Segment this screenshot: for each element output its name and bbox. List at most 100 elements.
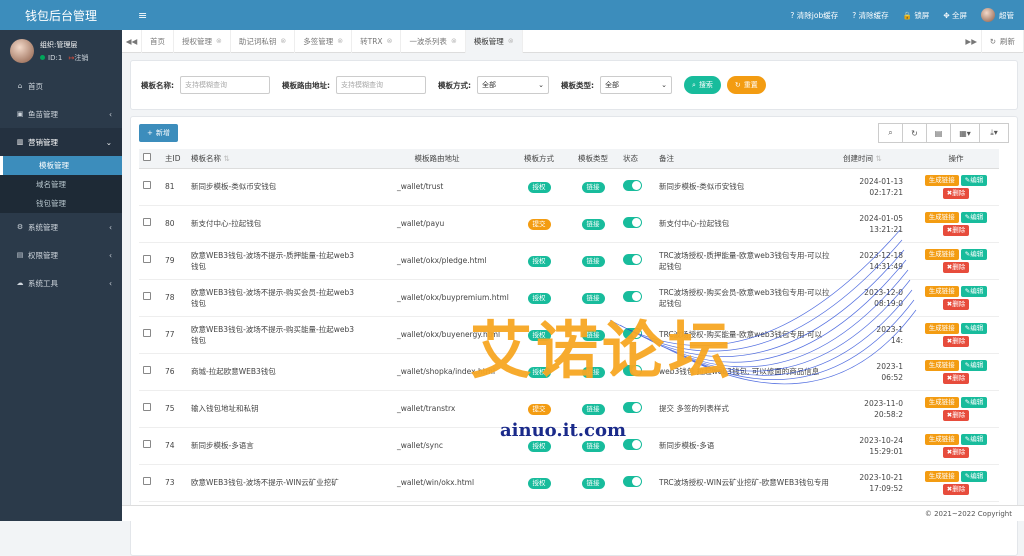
close-icon[interactable]: ⊗ <box>216 37 222 45</box>
tab-multisig[interactable]: 多签管理 ⊗ <box>295 29 353 53</box>
search-button[interactable]: ⌕ 搜索 <box>684 76 721 94</box>
export-icon[interactable]: ⤓▾ <box>979 123 1009 143</box>
generate-link-button[interactable]: 生成链接 <box>924 470 959 482</box>
generate-link-button[interactable]: 生成链接 <box>924 285 959 297</box>
tab-mnemonic[interactable]: 助记词私钥 ⊗ <box>231 29 296 53</box>
logout-link[interactable]: 注销 <box>74 54 88 62</box>
method-select[interactable]: 全部 ⌄ <box>477 76 549 94</box>
row-checkbox[interactable] <box>143 366 151 374</box>
top-bar: ≡ ? 清除job缓存 ? 清除缓存 🔒 锁屏 ✥ 全屏 超管 <box>122 0 1024 30</box>
tab-kill-list[interactable]: 一波杀列表 ⊗ <box>401 29 466 53</box>
generate-link-button[interactable]: 生成链接 <box>924 174 959 186</box>
name-input[interactable]: 支持模糊查询 <box>180 76 270 94</box>
delete-button[interactable]: ✖删除 <box>942 187 970 199</box>
edit-button[interactable]: ✎编辑 <box>960 174 988 186</box>
sidebar-item-system[interactable]: ⚙ 系统管理 ‹ <box>0 213 122 241</box>
add-button[interactable]: + 新增 <box>139 124 178 142</box>
col-name[interactable]: 模板名称 ⇅ <box>187 149 363 169</box>
row-checkbox[interactable] <box>143 292 151 300</box>
delete-button[interactable]: ✖删除 <box>942 298 970 310</box>
delete-button[interactable]: ✖删除 <box>942 446 970 458</box>
sidebar-item-permission[interactable]: ▤ 权限管理 ‹ <box>0 241 122 269</box>
avatar <box>10 39 34 63</box>
row-name: 欧意WEB3钱包-波场不提示-WIN云矿业挖矿 <box>187 464 363 502</box>
sidebar-item-fish[interactable]: ▣ 鱼苗管理 ‹ <box>0 100 122 128</box>
select-all-checkbox[interactable] <box>143 153 151 162</box>
sidebar-item-wallet[interactable]: 钱包管理 <box>0 194 122 213</box>
col-id[interactable]: 主ID <box>161 149 187 169</box>
reset-button[interactable]: ↻ 重置 <box>726 76 766 94</box>
route-input[interactable]: 支持模糊查询 <box>336 76 426 94</box>
toggle-view-icon[interactable]: ▤ <box>926 123 951 143</box>
type-select[interactable]: 全部 ⌄ <box>600 76 672 94</box>
edit-button[interactable]: ✎编辑 <box>960 470 988 482</box>
tab-template[interactable]: 模板管理 ⊗ <box>465 29 523 53</box>
close-icon[interactable]: ⊗ <box>508 37 514 45</box>
search-icon[interactable]: ⌕ <box>878 123 903 143</box>
tab-trx[interactable]: 转TRX ⊗ <box>352 29 402 53</box>
close-icon[interactable]: ⊗ <box>280 37 286 45</box>
tab-scroll-left-icon[interactable]: ◀◀ <box>122 29 142 53</box>
row-checkbox[interactable] <box>143 440 151 448</box>
tab-scroll-right-icon[interactable]: ▶▶ <box>962 29 982 53</box>
row-checkbox[interactable] <box>143 255 151 263</box>
user-menu[interactable]: 超管 <box>981 8 1014 22</box>
sidebar-item-template[interactable]: 模板管理 <box>0 156 122 175</box>
columns-icon[interactable]: ▦▾ <box>950 123 980 143</box>
generate-link-button[interactable]: 生成链接 <box>924 359 959 371</box>
close-icon[interactable]: ⊗ <box>387 37 393 45</box>
row-checkbox[interactable] <box>143 329 151 337</box>
status-toggle[interactable] <box>623 179 642 191</box>
generate-link-button[interactable]: 生成链接 <box>924 322 959 334</box>
row-checkbox[interactable] <box>143 403 151 411</box>
row-date: 2024-01-13 <box>859 176 903 186</box>
tab-home[interactable]: 首页 <box>142 29 174 53</box>
row-checkbox[interactable] <box>143 477 151 485</box>
col-method: 模板方式 <box>511 149 567 169</box>
delete-button[interactable]: ✖删除 <box>942 224 970 236</box>
close-icon[interactable]: ⊗ <box>337 37 343 45</box>
delete-button[interactable]: ✖删除 <box>942 261 970 273</box>
generate-link-button[interactable]: 生成链接 <box>924 211 959 223</box>
watermark-url: ainuo.it.com <box>500 420 627 441</box>
method-badge: 授权 <box>527 477 551 489</box>
edit-button[interactable]: ✎编辑 <box>960 248 988 260</box>
refresh-button[interactable]: ↻ 刷新 <box>982 29 1024 53</box>
generate-link-button[interactable]: 生成链接 <box>924 396 959 408</box>
row-checkbox[interactable] <box>143 181 151 189</box>
edit-button[interactable]: ✎编辑 <box>960 359 988 371</box>
status-toggle[interactable] <box>623 475 642 487</box>
delete-button[interactable]: ✖删除 <box>942 483 970 495</box>
tab-auth[interactable]: 授权管理 ⊗ <box>174 29 231 53</box>
clear-job-cache-button[interactable]: ? 清除job缓存 <box>790 10 838 21</box>
sidebar-item-home[interactable]: ⌂ 首页 <box>0 72 122 100</box>
sidebar-item-marketing[interactable]: ▥ 营销管理 ⌄ <box>0 128 122 156</box>
lock-screen-button[interactable]: 🔒 锁屏 <box>903 10 930 21</box>
edit-button[interactable]: ✎编辑 <box>960 285 988 297</box>
route-label: 模板路由地址: <box>282 80 330 90</box>
delete-button[interactable]: ✖删除 <box>942 372 970 384</box>
edit-button[interactable]: ✎编辑 <box>960 322 988 334</box>
edit-button[interactable]: ✎编辑 <box>960 433 988 445</box>
table-row: 73 欧意WEB3钱包-波场不提示-WIN云矿业挖矿 _wallet/win/okx… <box>139 464 999 502</box>
method-badge: 提交 <box>527 218 551 230</box>
delete-button[interactable]: ✖删除 <box>942 409 970 421</box>
sidebar-item-tools[interactable]: ☁ 系统工具 ‹ <box>0 269 122 297</box>
clear-cache-button[interactable]: ? 清除缓存 <box>852 10 888 21</box>
edit-button[interactable]: ✎编辑 <box>960 396 988 408</box>
col-created[interactable]: 创建时间 ⇅ <box>839 149 913 169</box>
row-checkbox[interactable] <box>143 218 151 226</box>
edit-button[interactable]: ✎编辑 <box>960 211 988 223</box>
fullscreen-button[interactable]: ✥ 全屏 <box>943 10 967 21</box>
bank-icon: ▥ <box>16 138 24 146</box>
close-icon[interactable]: ⊗ <box>451 37 457 45</box>
generate-link-button[interactable]: 生成链接 <box>924 433 959 445</box>
submenu-marketing: 模板管理 域名管理 钱包管理 <box>0 156 122 213</box>
generate-link-button[interactable]: 生成链接 <box>924 248 959 260</box>
menu-toggle-icon[interactable]: ≡ <box>138 9 147 22</box>
sidebar-item-domain[interactable]: 域名管理 <box>0 175 122 194</box>
row-id: 73 <box>161 464 187 502</box>
delete-button[interactable]: ✖删除 <box>942 335 970 347</box>
refresh-icon[interactable]: ↻ <box>902 123 927 143</box>
table-row: 81 新同步模板-类似币安钱包 _wallet/trust 授权 链接 新同步模板-类似币… <box>139 168 999 206</box>
